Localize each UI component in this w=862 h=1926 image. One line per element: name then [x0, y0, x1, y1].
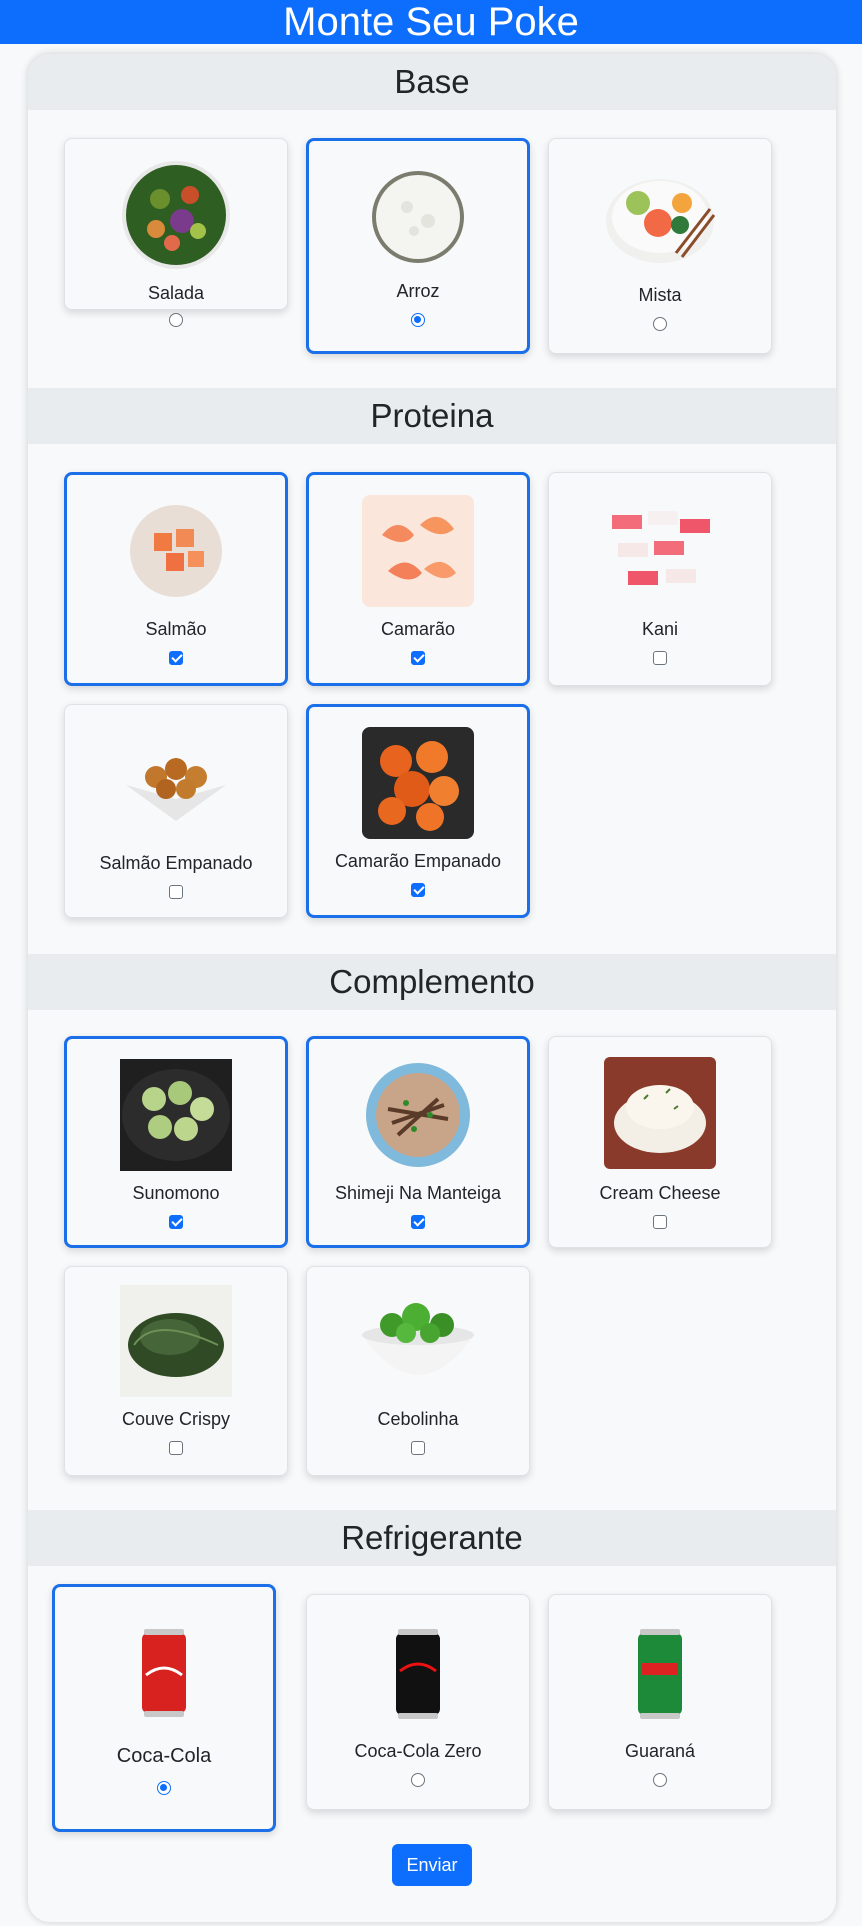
option-card-salmao-empanado[interactable]: Salmão Empanado [64, 704, 288, 918]
option-label: Salmão Empanado [99, 853, 253, 873]
option-card-coca-cola[interactable]: Coca-Cola [52, 1584, 276, 1832]
radio-mista[interactable] [653, 317, 667, 331]
shrimp-icon [362, 495, 474, 607]
checkbox-couve-crispy[interactable] [169, 1441, 183, 1455]
option-label: Mista [638, 285, 682, 305]
radio-guarana[interactable] [653, 1773, 667, 1787]
option-label: Couve Crispy [121, 1409, 231, 1429]
checkbox-camarao[interactable] [411, 651, 425, 665]
crispy-kale-icon [120, 1285, 232, 1397]
option-label: Arroz [396, 281, 440, 301]
mushroom-bowl-icon [362, 1059, 474, 1171]
option-card-sunomono[interactable]: Sunomono [64, 1036, 288, 1248]
salmon-cubes-icon [120, 495, 232, 607]
crab-stick-icon [604, 493, 716, 605]
option-label: Coca-Cola [116, 1745, 212, 1767]
coca-cola-zero-can-icon [362, 1617, 474, 1729]
poke-bowl-icon [604, 159, 716, 271]
option-label: Sunomono [132, 1183, 220, 1203]
coca-cola-can-icon [108, 1617, 220, 1729]
option-label: Camarão [380, 619, 456, 639]
option-card-coca-cola-zero[interactable]: Coca-Cola Zero [306, 1594, 530, 1810]
submit-button[interactable]: Enviar [392, 1844, 472, 1886]
section-header-complemento: Complemento [28, 954, 836, 1010]
option-card-salmao[interactable]: Salmão [64, 472, 288, 686]
option-card-salada[interactable]: Salada [64, 138, 288, 327]
option-card-cebolinha[interactable]: Cebolinha [306, 1266, 530, 1476]
radio-coca-cola-zero[interactable] [411, 1773, 425, 1787]
option-card-couve-crispy[interactable]: Couve Crispy [64, 1266, 288, 1476]
option-card-cream-cheese[interactable]: Cream Cheese [548, 1036, 772, 1248]
checkbox-kani[interactable] [653, 651, 667, 665]
breaded-salmon-icon [120, 725, 232, 837]
guarana-can-icon [604, 1617, 716, 1729]
option-card-arroz[interactable]: Arroz [306, 138, 530, 354]
option-label: Kani [641, 619, 679, 639]
option-card-shimeji[interactable]: Shimeji Na Manteiga [306, 1036, 530, 1248]
option-card-camarao-empanado[interactable]: Camarão Empanado [306, 704, 530, 918]
radio-salada[interactable] [169, 313, 183, 327]
section-header-proteina: Proteina [28, 388, 836, 444]
section-header-refrigerante: Refrigerante [28, 1510, 836, 1566]
checkbox-camarao-empanado[interactable] [411, 883, 425, 897]
option-label: Cebolinha [377, 1409, 459, 1429]
cucumber-salad-icon [120, 1059, 232, 1171]
option-card-camarao[interactable]: Camarão [306, 472, 530, 686]
green-onion-bowl-icon [362, 1285, 474, 1397]
option-label: Cream Cheese [599, 1183, 721, 1203]
option-card-mista[interactable]: Mista [548, 138, 772, 354]
option-label: Guaraná [624, 1741, 696, 1761]
checkbox-shimeji[interactable] [411, 1215, 425, 1229]
page-title: Monte Seu Poke [0, 0, 862, 44]
breaded-shrimp-icon [362, 727, 474, 839]
radio-arroz[interactable] [411, 313, 425, 327]
checkbox-cebolinha[interactable] [411, 1441, 425, 1455]
option-card-kani[interactable]: Kani [548, 472, 772, 686]
checkbox-sunomono[interactable] [169, 1215, 183, 1229]
section-header-base: Base [28, 54, 836, 110]
option-label: Salmão [145, 619, 207, 639]
checkbox-cream-cheese[interactable] [653, 1215, 667, 1229]
poke-builder-form: Base Salada Arroz Mista Proteina Salmão … [28, 54, 836, 1922]
option-label: Shimeji Na Manteiga [334, 1183, 502, 1203]
salad-bowl-icon [120, 159, 232, 271]
rice-bowl-icon [362, 161, 474, 273]
option-label: Salada [147, 283, 205, 303]
checkbox-salmao-empanado[interactable] [169, 885, 183, 899]
radio-coca-cola[interactable] [157, 1781, 171, 1795]
option-card-guarana[interactable]: Guaraná [548, 1594, 772, 1810]
option-label: Camarão Empanado [334, 851, 502, 871]
checkbox-salmao[interactable] [169, 651, 183, 665]
option-label: Coca-Cola Zero [354, 1741, 482, 1761]
cream-cheese-icon [604, 1057, 716, 1169]
